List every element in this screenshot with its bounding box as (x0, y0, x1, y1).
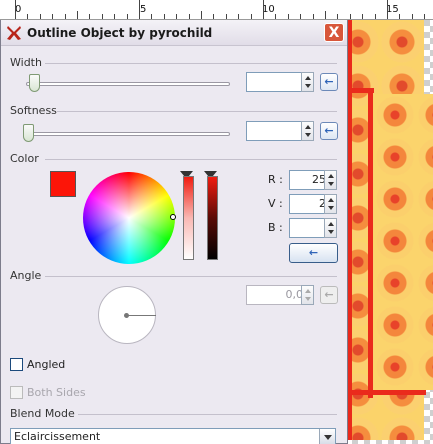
ruler-tick (251, 14, 252, 19)
b-spinner[interactable] (324, 218, 337, 238)
ruler-tick (27, 14, 28, 19)
ruler-tick (89, 14, 90, 19)
color-wheel[interactable] (83, 172, 175, 264)
ruler-tick (350, 14, 351, 19)
ruler-tick (424, 14, 425, 19)
angled-label[interactable]: Angled (27, 358, 65, 371)
ruler-tick (226, 14, 227, 19)
softness-slider-thumb[interactable] (23, 124, 34, 142)
angle-dial-pivot (124, 313, 129, 318)
outline-bottom (346, 390, 426, 395)
b-label: B : (268, 221, 283, 234)
ruler-tick (288, 14, 289, 19)
ruler-tick (15, 0, 16, 19)
ruler-tick (40, 14, 41, 19)
ruler-tick (313, 14, 314, 19)
ruler-tick (412, 14, 413, 19)
ruler-tick (325, 11, 326, 19)
ruler-tick (362, 14, 363, 19)
ruler-tick (387, 0, 388, 19)
ruler-tick (238, 14, 239, 19)
ruler-tick (337, 14, 338, 19)
outline-right (368, 88, 373, 398)
ruler-tick (399, 14, 400, 19)
blend-mode-select[interactable]: Eclaircissement (10, 428, 336, 444)
width-slider-track[interactable] (26, 82, 230, 86)
color-label: Color (10, 152, 39, 165)
v-spinner[interactable] (324, 194, 337, 214)
ruler-tick (151, 14, 152, 19)
v-label: V : (268, 197, 283, 210)
ruler-tick (176, 14, 177, 19)
width-separator (45, 63, 337, 64)
close-button[interactable]: X (324, 23, 344, 42)
ruler-tick (375, 14, 376, 19)
softness-label: Softness (10, 104, 57, 117)
ruler-tick (213, 14, 214, 19)
color-swatch[interactable] (50, 171, 76, 197)
both-sides-label[interactable]: Both Sides (27, 386, 86, 399)
angled-checkbox[interactable] (10, 358, 23, 371)
artwork-inner (374, 94, 433, 390)
angle-separator (45, 276, 337, 277)
blend-mode-label: Blend Mode (10, 407, 75, 420)
softness-spinner[interactable] (301, 121, 314, 141)
image-canvas[interactable] (346, 20, 433, 444)
ruler-tick (300, 14, 301, 19)
softness-separator (57, 111, 337, 112)
color-wheel-cursor[interactable] (170, 214, 176, 220)
ruler: 0 5 10 15 (0, 0, 433, 20)
width-label: Width (10, 56, 42, 69)
angle-spinner[interactable] (301, 285, 314, 305)
angle-dial-hand (126, 315, 156, 316)
ruler-tick (189, 14, 190, 19)
ruler-tick (77, 11, 78, 19)
width-slider-thumb[interactable] (29, 74, 40, 92)
saturation-bar[interactable] (183, 176, 194, 260)
plugin-logo-icon (7, 25, 21, 40)
chevron-down-icon[interactable] (319, 429, 335, 444)
ruler-tick (164, 14, 165, 19)
ruler-tick (127, 14, 128, 19)
ruler-label-5: 5 (140, 4, 147, 15)
angle-reset-button[interactable]: ← (320, 286, 338, 304)
ruler-tick (139, 0, 140, 19)
softness-slider-track[interactable] (26, 132, 230, 136)
r-label: R : (268, 173, 283, 186)
width-reset-button[interactable]: ← (320, 73, 338, 91)
ruler-tick (102, 14, 103, 19)
softness-reset-button[interactable]: ← (320, 122, 338, 140)
ruler-tick (275, 14, 276, 19)
value-bar[interactable] (207, 176, 218, 260)
title-bar[interactable]: Outline Object by pyrochild X (1, 20, 347, 46)
both-sides-checkbox[interactable] (10, 386, 23, 399)
ruler-tick (201, 11, 202, 19)
ruler-tick (52, 14, 53, 19)
ruler-tick (114, 14, 115, 19)
width-spinner[interactable] (301, 72, 314, 92)
r-spinner[interactable] (324, 170, 337, 190)
blend-mode-value: Eclaircissement (14, 430, 101, 443)
ruler-tick (65, 14, 66, 19)
dialog-title: Outline Object by pyrochild (27, 25, 213, 40)
angle-label: Angle (10, 269, 42, 282)
blend-mode-separator (78, 414, 337, 415)
color-separator (45, 159, 337, 160)
apply-color-button[interactable]: ← (289, 243, 338, 263)
ruler-tick (263, 0, 264, 19)
